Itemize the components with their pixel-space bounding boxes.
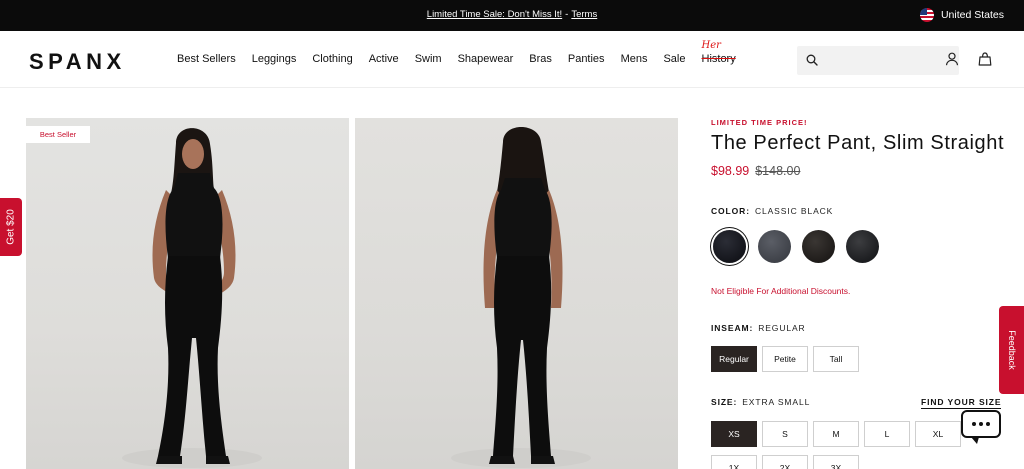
chat-bubble-icon[interactable] bbox=[961, 410, 1001, 444]
size-m-button[interactable]: M bbox=[813, 421, 859, 447]
history-label: History bbox=[701, 53, 736, 65]
inseam-value: REGULAR bbox=[758, 323, 806, 333]
account-icon[interactable] bbox=[945, 52, 959, 66]
swatch-black-dot[interactable] bbox=[846, 230, 879, 263]
chat-dot bbox=[979, 422, 983, 426]
discount-notice: Not Eligible For Additional Discounts. bbox=[711, 286, 851, 296]
get-20-tab[interactable]: Get $20 bbox=[0, 198, 22, 256]
main-nav: Best Sellers Leggings Clothing Active Sw… bbox=[177, 40, 736, 65]
size-3x-button[interactable]: 3X bbox=[813, 455, 859, 469]
chat-dot bbox=[986, 422, 990, 426]
original-price: $148.00 bbox=[755, 164, 801, 178]
nav-history[interactable]: Her History bbox=[701, 40, 736, 65]
size-value: EXTRA SMALL bbox=[742, 397, 811, 407]
limited-price-label: LIMITED TIME PRICE! bbox=[711, 118, 808, 127]
swatch-grey[interactable] bbox=[758, 230, 791, 263]
promo-bar: Limited Time Sale: Don't Miss It! - Terms … bbox=[0, 0, 1024, 31]
color-label: COLOR: CLASSIC BLACK bbox=[711, 206, 833, 216]
nav-clothing[interactable]: Clothing bbox=[312, 53, 352, 65]
chat-dot bbox=[972, 422, 976, 426]
size-label: SIZE: EXTRA SMALL bbox=[711, 397, 810, 407]
terms-link[interactable]: Terms bbox=[571, 9, 597, 20]
nav-leggings[interactable]: Leggings bbox=[252, 53, 297, 65]
inseam-heading: INSEAM: bbox=[711, 323, 754, 333]
model-front-figure bbox=[122, 128, 262, 468]
nav-sale[interactable]: Sale bbox=[663, 53, 685, 65]
price-row: $98.99 $148.00 bbox=[711, 164, 800, 178]
color-value: CLASSIC BLACK bbox=[754, 206, 834, 216]
color-heading: COLOR: bbox=[711, 206, 750, 216]
model-back-figure bbox=[451, 127, 591, 468]
inseam-regular-button[interactable]: Regular bbox=[711, 346, 757, 372]
search-input[interactable] bbox=[797, 46, 959, 75]
swatch-classic-black[interactable] bbox=[713, 230, 746, 263]
nav-active[interactable]: Active bbox=[369, 53, 399, 65]
nav-swim[interactable]: Swim bbox=[415, 53, 442, 65]
inseam-petite-button[interactable]: Petite bbox=[762, 346, 808, 372]
spanx-logo[interactable]: SPANX bbox=[29, 49, 126, 75]
swatch-brown[interactable] bbox=[802, 230, 835, 263]
get-20-label: Get $20 bbox=[5, 209, 17, 245]
product-title: The Perfect Pant, Slim Straight bbox=[711, 132, 1005, 154]
nav-shapewear[interactable]: Shapewear bbox=[458, 53, 514, 65]
sale-link[interactable]: Limited Time Sale: Don't Miss It! bbox=[427, 9, 562, 20]
nav-mens[interactable]: Mens bbox=[621, 53, 648, 65]
region-label: United States bbox=[940, 9, 1004, 21]
size-heading: SIZE: bbox=[711, 397, 738, 407]
feedback-label: Feedback bbox=[1006, 330, 1017, 370]
best-seller-badge: Best Seller bbox=[26, 126, 90, 143]
find-your-size-link[interactable]: FIND YOUR SIZE bbox=[921, 397, 1002, 409]
nav-panties[interactable]: Panties bbox=[568, 53, 605, 65]
product-photo-back[interactable] bbox=[355, 118, 678, 469]
us-flag-icon bbox=[919, 8, 934, 22]
size-xl-button[interactable]: XL bbox=[915, 421, 961, 447]
site-header: SPANX Best Sellers Leggings Clothing Act… bbox=[0, 31, 1024, 88]
size-l-button[interactable]: L bbox=[864, 421, 910, 447]
size-s-button[interactable]: S bbox=[762, 421, 808, 447]
bag-icon[interactable] bbox=[978, 52, 992, 66]
inseam-tall-button[interactable]: Tall bbox=[813, 346, 859, 372]
nav-best-sellers[interactable]: Best Sellers bbox=[177, 53, 236, 65]
nav-bras[interactable]: Bras bbox=[529, 53, 552, 65]
feedback-tab[interactable]: Feedback bbox=[999, 306, 1024, 394]
search-icon bbox=[806, 54, 818, 66]
promo-text: Limited Time Sale: Don't Miss It! - Terms bbox=[0, 9, 1024, 20]
sale-price: $98.99 bbox=[711, 164, 750, 178]
promo-separator: - bbox=[565, 9, 569, 20]
inseam-label: INSEAM: REGULAR bbox=[711, 323, 806, 333]
her-overlay: Her bbox=[701, 40, 721, 51]
size-1x-button[interactable]: 1X bbox=[711, 455, 757, 469]
region-selector[interactable]: United States bbox=[919, 8, 1004, 22]
size-xs-button[interactable]: XS bbox=[711, 421, 757, 447]
product-photo-front[interactable] bbox=[26, 118, 349, 469]
size-2x-button[interactable]: 2X bbox=[762, 455, 808, 469]
